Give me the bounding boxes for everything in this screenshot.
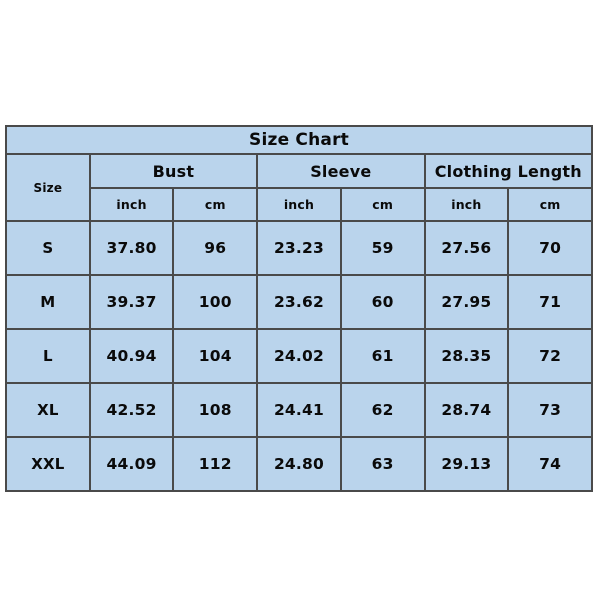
- table-row: XXL 44.09 112 24.80 63 29.13 74: [5, 436, 593, 492]
- size-label: XXL: [5, 436, 91, 492]
- cell-length-inch: 28.35: [423, 328, 510, 384]
- size-label: M: [5, 274, 91, 330]
- cell-length-inch: 29.13: [423, 436, 510, 492]
- table-row: M 39.37 100 23.62 60 27.95 71: [5, 274, 593, 330]
- cell-sleeve-inch: 23.62: [256, 274, 342, 330]
- cell-length-cm: 73: [507, 382, 593, 438]
- title-row: Size Chart: [5, 125, 593, 155]
- cell-sleeve-inch: 24.02: [256, 328, 342, 384]
- unit-header-length-cm: cm: [507, 187, 593, 222]
- unit-header-bust-cm: cm: [172, 187, 259, 222]
- size-label: S: [5, 220, 91, 276]
- column-header-size: Size: [5, 153, 91, 222]
- size-label: L: [5, 328, 91, 384]
- cell-length-inch: 27.56: [423, 220, 510, 276]
- table-row: L 40.94 104 24.02 61 28.35 72: [5, 328, 593, 384]
- cell-sleeve-cm: 59: [339, 220, 426, 276]
- size-chart-table: Size Chart Size Bust Sleeve Clothing Len…: [5, 125, 594, 492]
- cell-bust-inch: 37.80: [88, 220, 175, 276]
- unit-header-row: inch cm inch cm inch cm: [6, 187, 593, 222]
- group-header-bust: Bust: [88, 153, 259, 189]
- unit-header-sleeve-inch: inch: [256, 187, 342, 222]
- cell-bust-inch: 42.52: [88, 382, 175, 438]
- unit-header-bust-inch: inch: [88, 187, 175, 222]
- cell-sleeve-cm: 62: [339, 382, 426, 438]
- table-row: S 37.80 96 23.23 59 27.56 70: [5, 220, 593, 276]
- cell-bust-inch: 44.09: [88, 436, 175, 492]
- cell-length-cm: 72: [507, 328, 593, 384]
- cell-length-cm: 71: [507, 274, 593, 330]
- size-chart-container: Size Chart Size Bust Sleeve Clothing Len…: [5, 125, 594, 492]
- cell-length-inch: 28.74: [423, 382, 510, 438]
- cell-sleeve-inch: 23.23: [256, 220, 342, 276]
- chart-title: Size Chart: [5, 125, 593, 155]
- cell-bust-cm: 112: [172, 436, 259, 492]
- cell-sleeve-inch: 24.41: [256, 382, 342, 438]
- cell-sleeve-cm: 60: [339, 274, 426, 330]
- unit-header-sleeve-cm: cm: [339, 187, 426, 222]
- group-header-sleeve: Sleeve: [256, 153, 426, 189]
- cell-sleeve-cm: 63: [339, 436, 426, 492]
- cell-length-cm: 74: [507, 436, 593, 492]
- cell-bust-cm: 104: [172, 328, 259, 384]
- cell-sleeve-cm: 61: [339, 328, 426, 384]
- cell-bust-cm: 100: [172, 274, 259, 330]
- cell-bust-inch: 39.37: [88, 274, 175, 330]
- cell-bust-inch: 40.94: [88, 328, 175, 384]
- cell-length-cm: 70: [507, 220, 593, 276]
- unit-header-length-inch: inch: [423, 187, 510, 222]
- table-row: XL 42.52 108 24.41 62 28.74 73: [5, 382, 593, 438]
- group-header-row: Size Bust Sleeve Clothing Length: [5, 153, 594, 222]
- cell-bust-cm: 96: [172, 220, 259, 276]
- size-label: XL: [5, 382, 91, 438]
- cell-length-inch: 27.95: [423, 274, 510, 330]
- cell-bust-cm: 108: [172, 382, 259, 438]
- group-header-clothing-length: Clothing Length: [423, 153, 594, 189]
- cell-sleeve-inch: 24.80: [256, 436, 342, 492]
